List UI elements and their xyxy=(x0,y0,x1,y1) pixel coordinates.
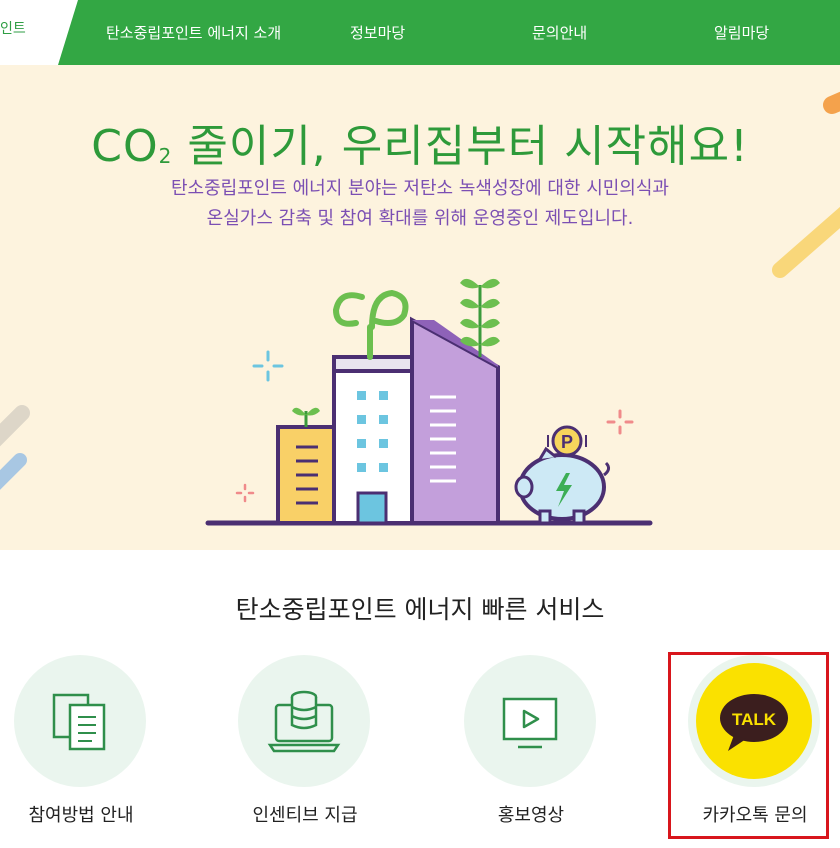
sparkle-pink-left xyxy=(235,483,255,503)
nav-item-info[interactable]: 정보마당 xyxy=(350,22,405,43)
laptop-coins-icon xyxy=(267,690,341,753)
piggy-bank-icon xyxy=(514,446,611,525)
service-participation-guide[interactable]: 참여방법 안내 xyxy=(0,655,166,840)
svg-text:P: P xyxy=(561,432,573,452)
purple-building xyxy=(410,316,500,525)
nav-item-inquiry[interactable]: 문의안내 xyxy=(532,22,587,43)
yellow-building xyxy=(276,407,336,525)
service-label: 홍보영상 xyxy=(497,805,565,826)
highlight-box xyxy=(668,652,829,839)
nav-item-notice[interactable]: 알림마당 xyxy=(714,22,769,43)
hero-banner: CO2 줄이기, 우리집부터 시작해요! 탄소중립포인트 에너지 분야는 저탄소… xyxy=(0,65,840,550)
video-play-icon xyxy=(502,697,558,749)
co2-sprout xyxy=(332,289,409,360)
quick-service-title: 탄소중립포인트 에너지 빠른 서비스 xyxy=(235,595,605,624)
white-building xyxy=(332,355,414,525)
deco-stroke-yellow xyxy=(772,206,840,278)
service-promo-video[interactable]: 홍보영상 xyxy=(446,655,616,840)
service-incentive[interactable]: 인센티브 지급 xyxy=(220,655,390,840)
hero-illustration: P xyxy=(0,91,840,526)
sparkle-blue xyxy=(252,350,284,382)
sparkle-pink-right xyxy=(606,409,634,435)
deco-stroke-orange xyxy=(823,91,840,114)
service-label: 참여방법 안내 xyxy=(28,805,134,826)
documents-icon xyxy=(52,693,106,751)
service-icon-circle xyxy=(14,655,146,787)
coin-icon: P xyxy=(547,425,587,457)
service-label: 인센티브 지급 xyxy=(252,805,358,826)
main-nav: 탄소중립포인트 에너지 소개 정보마당 문의안내 알림마당 xyxy=(58,0,840,65)
deco-stroke-blue xyxy=(0,453,27,490)
site-logo-text[interactable]: 인트 xyxy=(0,18,26,38)
nav-item-intro[interactable]: 탄소중립포인트 에너지 소개 xyxy=(106,22,281,43)
deco-stroke-gray xyxy=(0,405,30,447)
service-icon-circle xyxy=(238,655,370,787)
site-header: 인트 탄소중립포인트 에너지 소개 정보마당 문의안내 알림마당 xyxy=(0,0,840,65)
service-icon-circle xyxy=(464,655,596,787)
